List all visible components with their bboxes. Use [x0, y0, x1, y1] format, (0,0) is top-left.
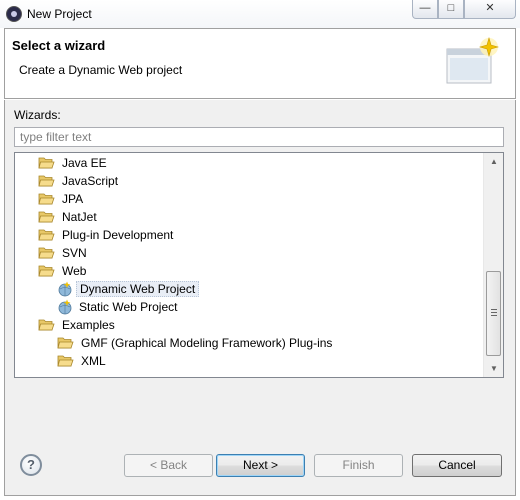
scroll-thumb[interactable]: [486, 271, 501, 356]
title-bar: New Project — □ ✕: [0, 0, 520, 28]
tree-folder-item[interactable]: SVN: [38, 244, 90, 262]
folder-icon: [57, 337, 74, 349]
folder-icon: [38, 175, 55, 187]
tree-item-label: NatJet: [62, 210, 97, 224]
tree-folder-item[interactable]: XML: [57, 352, 109, 370]
maximize-button[interactable]: □: [438, 0, 464, 19]
tree-item-label: Dynamic Web Project: [76, 281, 200, 297]
help-button[interactable]: ?: [20, 454, 42, 476]
tree-item-label: XML: [81, 354, 106, 368]
tree-item-label: Examples: [62, 318, 115, 332]
tree-item-label: JavaScript: [62, 174, 119, 188]
web-project-icon: [58, 299, 72, 315]
tree-scrollbar[interactable]: ▲ ▼: [483, 153, 503, 377]
tree-item-label: Static Web Project: [79, 300, 178, 314]
folder-icon: [38, 229, 55, 241]
folder-open-icon: [38, 319, 55, 331]
wizard-tree[interactable]: Java EE JavaScript JPA NatJet Plug-in Develo…: [14, 152, 504, 378]
tree-folder-item[interactable]: Plug-in Development: [38, 226, 176, 244]
folder-icon: [38, 193, 55, 205]
close-button[interactable]: ✕: [464, 0, 516, 19]
minimize-button[interactable]: —: [412, 0, 438, 19]
web-project-icon: [58, 281, 72, 297]
wizards-label: Wizards:: [14, 108, 61, 122]
eclipse-app-icon: [6, 6, 22, 22]
folder-open-icon: [38, 265, 55, 277]
tree-folder-item[interactable]: NatJet: [38, 208, 100, 226]
folder-icon: [38, 211, 55, 223]
back-button[interactable]: < Back: [124, 454, 213, 477]
tree-item-label: JPA: [62, 192, 84, 206]
banner-description: Create a Dynamic Web project: [19, 63, 183, 77]
tree-item-label: Plug-in Development: [62, 228, 174, 242]
window-controls: — □ ✕: [412, 0, 516, 19]
tree-folder-item[interactable]: Web: [38, 262, 89, 280]
grip-icon: [491, 309, 497, 316]
new-wizard-icon: [446, 37, 499, 84]
tree-item-label: Web: [62, 264, 87, 278]
tree-item-label: GMF (Graphical Modeling Framework) Plug-…: [81, 336, 333, 350]
tree-folder-item[interactable]: Examples: [38, 316, 118, 334]
banner-title: Select a wizard: [12, 38, 106, 53]
scroll-up-arrow-icon[interactable]: ▲: [484, 153, 504, 170]
tree-item-label: SVN: [62, 246, 87, 260]
folder-icon: [38, 247, 55, 259]
folder-icon: [38, 157, 55, 169]
wizard-banner: Select a wizard Create a Dynamic Web pro…: [4, 28, 516, 98]
window-title: New Project: [27, 7, 92, 21]
folder-icon: [57, 355, 74, 367]
tree-project-item[interactable]: Dynamic Web Project: [57, 280, 200, 298]
next-button[interactable]: Next >: [216, 454, 305, 477]
tree-folder-item[interactable]: Java EE: [38, 154, 110, 172]
tree-folder-item[interactable]: JavaScript: [38, 172, 121, 190]
tree-folder-item[interactable]: GMF (Graphical Modeling Framework) Plug-…: [57, 334, 335, 352]
filter-input[interactable]: [14, 127, 504, 147]
tree-item-label: Java EE: [62, 156, 107, 170]
tree-folder-item[interactable]: JPA: [38, 190, 86, 208]
cancel-button[interactable]: Cancel: [412, 454, 502, 477]
finish-button[interactable]: Finish: [314, 454, 403, 477]
scroll-down-arrow-icon[interactable]: ▼: [484, 360, 504, 377]
tree-project-item[interactable]: Static Web Project: [57, 298, 180, 316]
